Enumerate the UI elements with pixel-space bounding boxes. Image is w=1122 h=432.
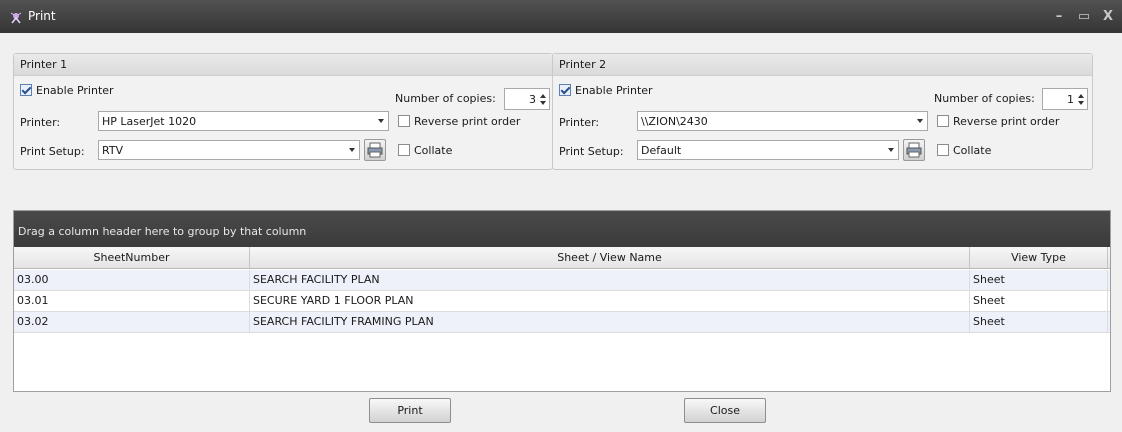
printer2-group: Printer 2 Enable Printer Printer: \\ZION… <box>552 53 1093 170</box>
column-header-sheet-name[interactable]: Sheet / View Name <box>250 247 970 269</box>
cell-sheet-name: SECURE YARD 1 FLOOR PLAN <box>250 291 970 312</box>
printer1-enable-checkbox[interactable] <box>20 84 32 96</box>
cell-sheetnumber: 03.02 <box>14 312 250 333</box>
printer1-printer-value: HP LaserJet 1020 <box>102 115 197 128</box>
cell-view-type: Sheet <box>970 291 1108 312</box>
stepper-down-icon[interactable] <box>540 101 546 105</box>
app-icon <box>9 10 23 24</box>
printer2-copies-label: Number of copies: <box>934 92 1035 105</box>
printer2-copies-stepper[interactable]: 1 <box>1042 88 1088 110</box>
printer1-copies-label: Number of copies: <box>395 92 496 105</box>
table-row[interactable]: 03.02 SEARCH FACILITY FRAMING PLAN Sheet <box>14 312 1110 333</box>
cell-sheetnumber: 03.00 <box>14 270 250 291</box>
printer1-reverse-label: Reverse print order <box>414 115 521 128</box>
printer1-copies-value: 3 <box>529 93 536 106</box>
cell-sheet-name: SEARCH FACILITY PLAN <box>250 270 970 291</box>
close-window-button[interactable]: X <box>1099 8 1117 26</box>
printer2-reverse-label: Reverse print order <box>953 115 1060 128</box>
printer2-setup-button[interactable] <box>903 139 925 161</box>
print-button[interactable]: Print <box>369 398 451 423</box>
printer-icon <box>906 142 922 158</box>
printer1-copies-stepper[interactable]: 3 <box>504 88 550 110</box>
window-title: Print <box>28 9 56 23</box>
printer2-setup-value: Default <box>641 144 682 157</box>
cell-sheet-name: SEARCH FACILITY FRAMING PLAN <box>250 312 970 333</box>
printer2-setup-label: Print Setup: <box>559 145 624 158</box>
cell-view-type: Sheet <box>970 270 1108 291</box>
printer1-group-title: Printer 1 <box>14 54 552 76</box>
column-header-view-type[interactable]: View Type <box>970 247 1108 269</box>
printer2-reverse-checkbox[interactable] <box>937 115 949 127</box>
close-button[interactable]: Close <box>684 398 766 423</box>
stepper-down-icon[interactable] <box>1078 101 1084 105</box>
grid-header-row: SheetNumber Sheet / View Name View Type <box>14 247 1110 269</box>
sheets-grid: Drag a column header here to group by th… <box>13 210 1111 392</box>
printer-icon <box>367 142 383 158</box>
printer1-reverse-checkbox[interactable] <box>398 115 410 127</box>
printer2-printer-label: Printer: <box>559 116 600 129</box>
printer2-enable-checkbox[interactable] <box>559 84 571 96</box>
title-bar[interactable]: Print – ▭ X <box>0 0 1122 33</box>
printer2-printer-value: \\ZION\2430 <box>641 115 708 128</box>
group-by-hint: Drag a column header here to group by th… <box>18 225 307 238</box>
printer1-enable-label: Enable Printer <box>36 84 114 97</box>
stepper-up-icon[interactable] <box>1078 94 1084 98</box>
minimize-button[interactable]: – <box>1050 8 1068 26</box>
maximize-button[interactable]: ▭ <box>1075 8 1093 26</box>
table-row[interactable]: 03.00 SEARCH FACILITY PLAN Sheet <box>14 270 1110 291</box>
printer2-copies-value: 1 <box>1067 93 1074 106</box>
printer2-collate-checkbox[interactable] <box>937 144 949 156</box>
chevron-down-icon <box>349 148 355 152</box>
chevron-down-icon <box>917 119 923 123</box>
printer2-setup-select[interactable]: Default <box>637 140 899 160</box>
printer1-group: Printer 1 Enable Printer Printer: HP Las… <box>13 53 553 170</box>
printer2-printer-select[interactable]: \\ZION\2430 <box>637 111 928 131</box>
printer1-collate-checkbox[interactable] <box>398 144 410 156</box>
printer1-printer-label: Printer: <box>20 116 61 129</box>
printer1-printer-select[interactable]: HP LaserJet 1020 <box>98 111 389 131</box>
table-row[interactable]: 03.01 SECURE YARD 1 FLOOR PLAN Sheet <box>14 291 1110 312</box>
printer2-collate-label: Collate <box>953 144 992 157</box>
printer1-setup-value: RTV <box>102 144 124 157</box>
printer2-group-title: Printer 2 <box>553 54 1092 76</box>
group-by-panel[interactable]: Drag a column header here to group by th… <box>14 211 1110 247</box>
printer1-setup-button[interactable] <box>364 139 386 161</box>
stepper-up-icon[interactable] <box>540 94 546 98</box>
chevron-down-icon <box>888 148 894 152</box>
column-header-sheetnumber[interactable]: SheetNumber <box>14 247 250 269</box>
printer1-setup-select[interactable]: RTV <box>98 140 360 160</box>
cell-sheetnumber: 03.01 <box>14 291 250 312</box>
chevron-down-icon <box>378 119 384 123</box>
printer1-setup-label: Print Setup: <box>20 145 85 158</box>
print-window: Print – ▭ X Printer 1 Enable Printer Pri… <box>0 0 1122 432</box>
cell-view-type: Sheet <box>970 312 1108 333</box>
printer1-collate-label: Collate <box>414 144 453 157</box>
printer2-enable-label: Enable Printer <box>575 84 653 97</box>
